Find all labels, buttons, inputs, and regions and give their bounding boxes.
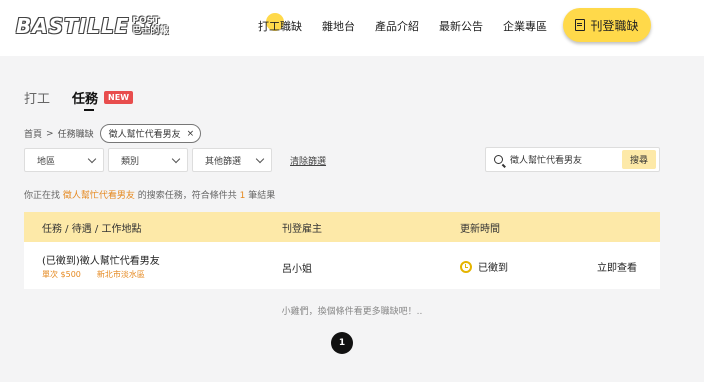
close-icon[interactable]: × <box>187 129 195 139</box>
tab-task[interactable]: 任務 <box>72 88 98 111</box>
main-nav: 打工職缺 雜地台 產品介紹 最新公告 企業專區 <box>258 13 567 34</box>
nav-item-jobs[interactable]: 打工職缺 <box>258 13 302 34</box>
category-select[interactable]: 類別 <box>108 148 188 172</box>
other-filter-select[interactable]: 其他篩選 <box>192 148 272 172</box>
search-button[interactable]: 搜尋 <box>622 150 656 169</box>
tab-part-time[interactable]: 打工 <box>24 88 50 107</box>
breadcrumb-sep: > <box>46 128 54 139</box>
header-task: 任務 / 待遇 / 工作地點 <box>42 223 142 235</box>
nav-item-enterprise[interactable]: 企業專區 <box>503 18 547 34</box>
employer-name: 呂小姐 <box>282 264 312 275</box>
pagination-page-1[interactable]: 1 <box>331 332 353 354</box>
table-header: 任務 / 待遇 / 工作地點 刊登雇主 更新時間 <box>24 212 660 242</box>
keyword-chip-label: 徵人幫忙代看男友 <box>108 130 181 140</box>
clock-icon <box>460 260 472 273</box>
header-employer: 刊登雇主 <box>282 223 322 235</box>
breadcrumb: 首頁 > 任務職缺 徵人幫忙代看男友 × <box>24 124 202 143</box>
post-job-label: 刊登職缺 <box>590 18 639 33</box>
header-updated: 更新時間 <box>460 223 500 235</box>
table-row[interactable]: (已徵到)徵人幫忙代看男友 單次 $500 新北市淡水區 呂小姐 已徵到 立即查… <box>24 242 660 289</box>
job-title[interactable]: (已徵到)徵人幫忙代看男友 <box>42 252 160 267</box>
chevron-down-icon <box>171 154 181 163</box>
chevron-down-icon <box>255 154 265 163</box>
keyword-chip: 徵人幫忙代看男友 × <box>99 124 202 143</box>
search-icon <box>494 155 503 164</box>
job-location: 新北市淡水區 <box>96 270 145 279</box>
nav-item-platform[interactable]: 雜地台 <box>322 18 355 34</box>
result-keyword: 徵人幫忙代看男友 <box>62 191 135 201</box>
filter-bar: 地區 類別 其他篩選 清除篩選 <box>24 148 326 172</box>
job-status: 已徵到 <box>460 259 508 274</box>
post-job-button[interactable]: 刊登職缺 <box>563 8 651 42</box>
nav-item-news[interactable]: 最新公告 <box>439 18 483 34</box>
new-badge: NEW <box>104 91 134 104</box>
job-pay: 單次 $500 <box>42 270 81 279</box>
clear-filters-link[interactable]: 清除篩選 <box>290 154 326 167</box>
result-count: 1 <box>239 191 246 201</box>
area-select[interactable]: 地區 <box>24 148 104 172</box>
chevron-down-icon <box>87 154 97 163</box>
more-hint: 小雞們，換個條件看更多職缺吧！.. <box>281 307 423 317</box>
result-summary: 你正在找 徵人幫忙代看男友 的搜索任務，符合條件共 1 筆結果 <box>24 191 276 201</box>
logo-text: BASTILLE <box>16 14 130 38</box>
search-input[interactable]: 徵人幫忙代看男友 <box>510 153 622 166</box>
view-now-link[interactable]: 立即查看 <box>597 259 637 274</box>
search-box: 徵人幫忙代看男友 搜尋 <box>485 147 660 172</box>
nav-item-products[interactable]: 產品介紹 <box>375 18 419 34</box>
breadcrumb-section[interactable]: 任務職缺 <box>58 127 94 140</box>
document-icon <box>575 19 586 31</box>
logo[interactable]: BASTILLE POST 巴士的報 <box>16 12 168 40</box>
logo-sub-zh: 巴士的報 <box>132 26 169 36</box>
category-tabs: 打工 任務 NEW <box>24 88 134 111</box>
breadcrumb-home[interactable]: 首頁 <box>24 127 42 140</box>
header: BASTILLE POST 巴士的報 打工職缺 雜地台 產品介紹 最新公告 企業… <box>0 0 704 56</box>
logo-sub-en: POST <box>132 16 160 26</box>
